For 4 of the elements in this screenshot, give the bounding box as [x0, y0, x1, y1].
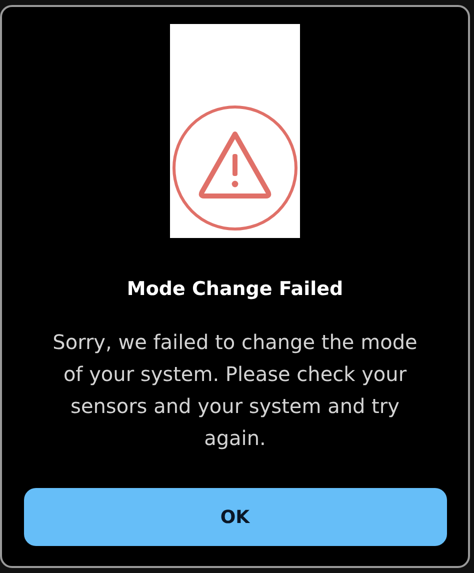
ok-button[interactable]: OK: [24, 488, 446, 546]
dialog-message: Sorry, we failed to change the mode of your system. Please check your sensors and your system and try again.: [52, 329, 418, 452]
warning-icon: [171, 104, 299, 232]
dialog-title: Mode Change Failed: [126, 278, 344, 300]
